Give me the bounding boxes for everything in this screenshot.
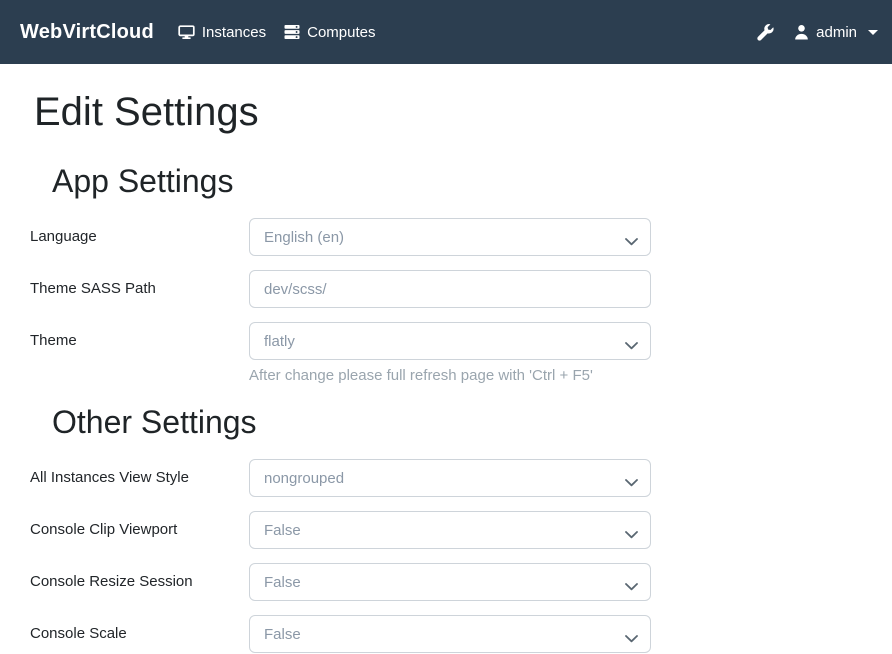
page-title: Edit Settings <box>34 88 862 136</box>
desktop-icon <box>178 24 195 40</box>
user-name: admin <box>816 24 857 41</box>
main-content: Edit Settings App Settings Language Engl… <box>0 64 892 653</box>
language-select[interactable]: English (en) <box>249 218 651 256</box>
all-instances-view-style-select[interactable]: nongrouped <box>249 459 651 497</box>
field-control: False <box>249 615 651 653</box>
wrench-icon <box>757 24 774 41</box>
caret-down-icon <box>868 30 878 35</box>
server-icon <box>284 24 300 40</box>
nav-item-label: Instances <box>202 24 266 41</box>
section-title-other-settings: Other Settings <box>52 403 862 441</box>
field-label: Console Clip Viewport <box>30 511 249 549</box>
nav-item-instances[interactable]: Instances <box>178 24 266 41</box>
navbar: WebVirtCloud Instances Computes <box>0 0 892 64</box>
user-menu[interactable]: admin <box>794 24 878 41</box>
form-row-all-instances-view-style: All Instances View Style nongrouped <box>30 459 862 497</box>
form-row-theme: Theme flatly After change please full re… <box>30 322 862 386</box>
field-label: Console Resize Session <box>30 563 249 601</box>
field-control: nongrouped <box>249 459 651 497</box>
form-row-console-scale: Console Scale False <box>30 615 862 653</box>
field-control <box>249 270 651 308</box>
field-control: False <box>249 511 651 549</box>
field-label: Console Scale <box>30 615 249 653</box>
console-resize-session-select[interactable]: False <box>249 563 651 601</box>
nav-item-computes[interactable]: Computes <box>284 24 375 41</box>
form-row-console-clip-viewport: Console Clip Viewport False <box>30 511 862 549</box>
console-scale-select[interactable]: False <box>249 615 651 653</box>
theme-help-text: After change please full refresh page wi… <box>249 366 651 386</box>
form-row-theme-sass-path: Theme SASS Path <box>30 270 862 308</box>
console-clip-viewport-select[interactable]: False <box>249 511 651 549</box>
field-control: False <box>249 563 651 601</box>
field-label: All Instances View Style <box>30 459 249 497</box>
user-icon <box>794 24 809 40</box>
section-title-app-settings: App Settings <box>52 162 862 200</box>
brand-link[interactable]: WebVirtCloud <box>20 21 154 44</box>
field-control: flatly After change please full refresh … <box>249 322 651 386</box>
field-label: Theme SASS Path <box>30 270 249 308</box>
theme-select[interactable]: flatly <box>249 322 651 360</box>
navbar-right: admin <box>757 24 878 41</box>
field-control: English (en) <box>249 218 651 256</box>
field-label: Theme <box>30 322 249 360</box>
field-label: Language <box>30 218 249 256</box>
settings-wrench-button[interactable] <box>757 24 774 41</box>
form-row-language: Language English (en) <box>30 218 862 256</box>
form-row-console-resize-session: Console Resize Session False <box>30 563 862 601</box>
theme-sass-path-input[interactable] <box>249 270 651 308</box>
nav-item-label: Computes <box>307 24 375 41</box>
